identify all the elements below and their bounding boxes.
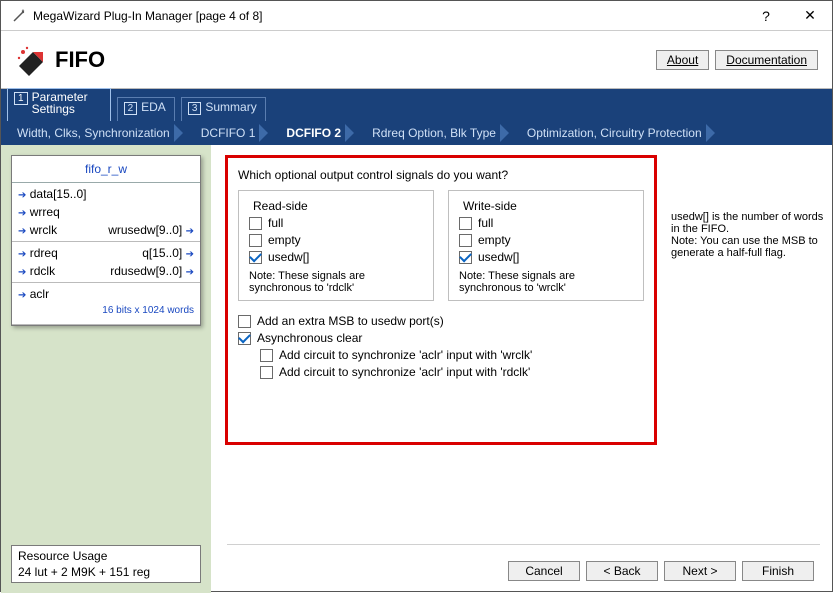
usedw-hint: usedw[] is the number of words in the FI… (671, 211, 831, 259)
block-diagram: fifo_r_w ➔ data[15..0] ➔ wrreq ➔ wrclkwr… (11, 155, 201, 326)
diagram-footer: 16 bits x 1024 words (12, 303, 200, 322)
wizard-buttons: Cancel < Back Next > Finish (508, 561, 814, 581)
sync-aclr-wrclk-checkbox[interactable]: Add circuit to synchronize 'aclr' input … (260, 348, 644, 362)
main-tabs: 1Parameter Settings 2EDA 3Summary (1, 89, 832, 121)
subtab-width-clks[interactable]: Width, Clks, Synchronization (9, 124, 193, 142)
subtab-dcfifo1[interactable]: DCFIFO 1 (193, 124, 279, 142)
write-usedw-checkbox[interactable]: usedw[] (459, 250, 633, 264)
right-pane: Which optional output control signals do… (211, 145, 832, 593)
tab-eda[interactable]: 2EDA (117, 97, 175, 121)
write-legend: Write-side (459, 199, 521, 213)
sub-tabs: Width, Clks, Synchronization DCFIFO 1 DC… (1, 121, 832, 145)
subtab-rdreq[interactable]: Rdreq Option, Blk Type (364, 124, 519, 142)
read-note: Note: These signals are synchronous to '… (249, 270, 423, 294)
close-button[interactable]: ✕ (788, 1, 832, 30)
options-panel: Which optional output control signals do… (225, 155, 657, 445)
help-button[interactable]: ? (744, 1, 788, 30)
window-title: MegaWizard Plug-In Manager [page 4 of 8] (33, 9, 744, 23)
resource-usage: Resource Usage 24 lut + 2 M9K + 151 reg (11, 545, 201, 583)
tab-parameter-settings[interactable]: 1Parameter Settings (7, 88, 111, 121)
diagram-title: fifo_r_w (12, 156, 200, 183)
chip-icon (15, 44, 47, 76)
footer-separator (227, 544, 820, 545)
write-full-checkbox[interactable]: full (459, 216, 633, 230)
tab-summary[interactable]: 3Summary (181, 97, 266, 121)
module-name: FIFO (55, 47, 105, 73)
panel-question: Which optional output control signals do… (238, 168, 644, 182)
extra-msb-checkbox[interactable]: Add an extra MSB to usedw port(s) (238, 314, 644, 328)
cancel-button[interactable]: Cancel (508, 561, 580, 581)
app-icon (11, 8, 27, 24)
left-pane: fifo_r_w ➔ data[15..0] ➔ wrreq ➔ wrclkwr… (1, 145, 211, 593)
write-empty-checkbox[interactable]: empty (459, 233, 633, 247)
title-bar: MegaWizard Plug-In Manager [page 4 of 8]… (1, 1, 832, 31)
next-button[interactable]: Next > (664, 561, 736, 581)
async-clear-checkbox[interactable]: Asynchronous clear (238, 331, 644, 345)
finish-button[interactable]: Finish (742, 561, 814, 581)
header: FIFO About Documentation (1, 31, 832, 89)
read-legend: Read-side (249, 199, 312, 213)
read-usedw-checkbox[interactable]: usedw[] (249, 250, 423, 264)
main-area: fifo_r_w ➔ data[15..0] ➔ wrreq ➔ wrclkwr… (1, 145, 832, 593)
read-side-group: Read-side full empty usedw[] Note: These… (238, 190, 434, 301)
write-side-group: Write-side full empty usedw[] Note: Thes… (448, 190, 644, 301)
subtab-dcfifo2[interactable]: DCFIFO 2 (278, 124, 364, 142)
subtab-optimization[interactable]: Optimization, Circuitry Protection (519, 124, 725, 142)
back-button[interactable]: < Back (586, 561, 658, 581)
read-empty-checkbox[interactable]: empty (249, 233, 423, 247)
sync-aclr-rdclk-checkbox[interactable]: Add circuit to synchronize 'aclr' input … (260, 365, 644, 379)
documentation-button[interactable]: Documentation (715, 50, 818, 70)
write-note: Note: These signals are synchronous to '… (459, 270, 633, 294)
read-full-checkbox[interactable]: full (249, 216, 423, 230)
about-button[interactable]: About (656, 50, 709, 70)
